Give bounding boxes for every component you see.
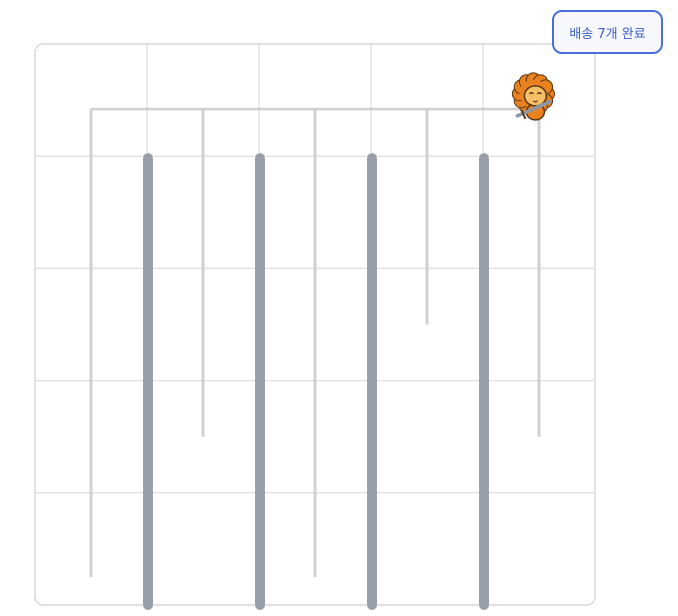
status-label: 배송 7개 완료: [569, 26, 646, 42]
game-board: [34, 43, 596, 610]
status-badge: 배송 7개 완료: [552, 10, 663, 54]
